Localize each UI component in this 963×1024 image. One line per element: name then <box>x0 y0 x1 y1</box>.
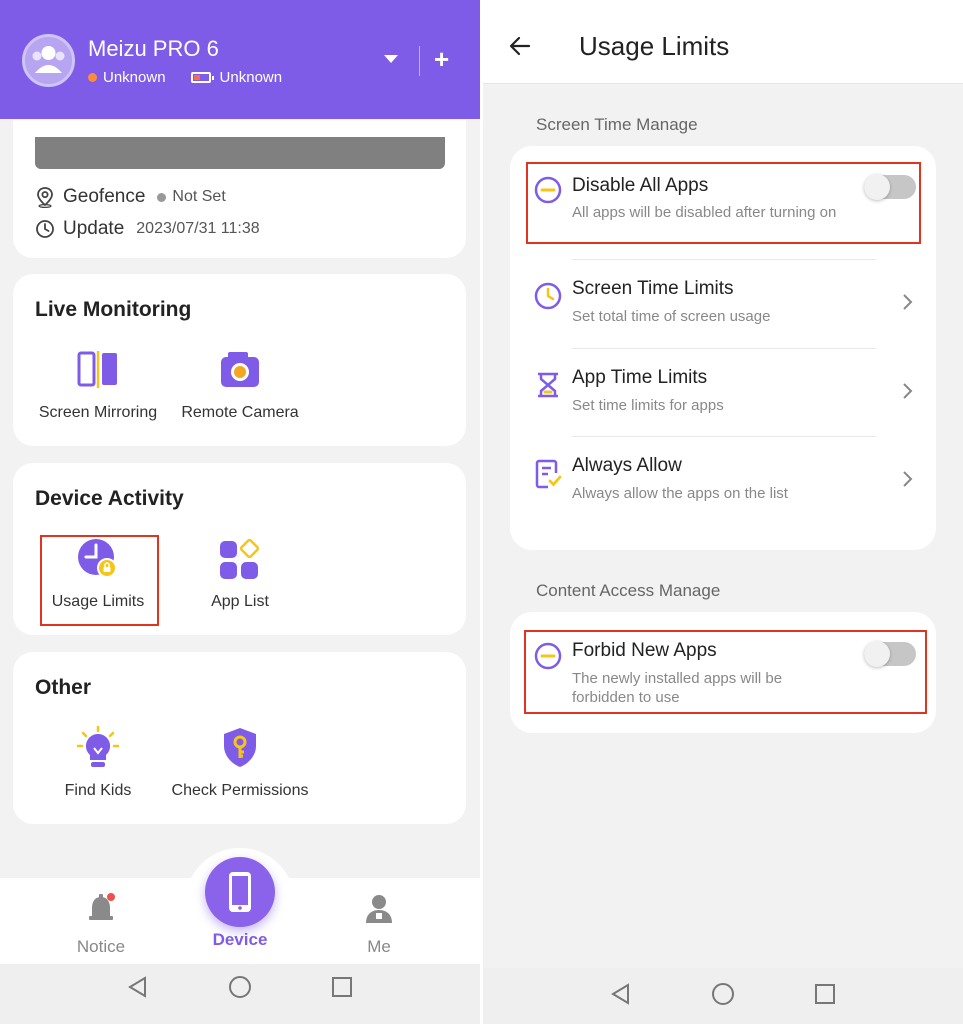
header-divider <box>419 46 420 76</box>
update-row: Update 2023/07/31 11:38 <box>35 218 260 240</box>
back-triangle-icon[interactable] <box>609 982 633 1006</box>
content-access-card: Forbid New Apps The newly installed apps… <box>510 612 936 733</box>
row-subtitle: Set total time of screen usage <box>572 308 771 325</box>
chevron-down-icon[interactable] <box>384 55 398 63</box>
geofence-value: Not Set <box>172 188 226 205</box>
add-device-button[interactable]: + <box>434 44 449 74</box>
geofence-status-dot <box>157 192 167 202</box>
usage-limits-icon <box>78 539 117 578</box>
system-nav-bar <box>483 968 963 1024</box>
section-label-content-access: Content Access Manage <box>536 581 721 600</box>
top-bar: Usage Limits <box>483 0 963 84</box>
bell-icon <box>89 893 115 920</box>
recents-square-icon[interactable] <box>813 982 837 1006</box>
chevron-right-icon <box>903 383 913 399</box>
highlight-box <box>526 162 921 244</box>
nav-label: Notice <box>76 937 126 956</box>
screen-time-card: Disable All Apps All apps will be disabl… <box>510 146 936 550</box>
checklist-icon <box>535 459 562 489</box>
redacted-bar <box>35 137 445 169</box>
tile-remote-camera[interactable]: Remote Camera <box>170 348 310 422</box>
nav-device[interactable]: Device <box>190 930 290 950</box>
nav-label: Me <box>367 937 391 956</box>
row-subtitle: Set time limits for apps <box>572 397 724 414</box>
lightbulb-icon <box>76 725 120 767</box>
tile-app-list[interactable]: App List <box>170 537 310 611</box>
battery-status: Unknown <box>219 69 283 86</box>
section-label-screen-time: Screen Time Manage <box>536 115 698 134</box>
tile-usage-limits[interactable]: Usage Limits <box>28 537 168 611</box>
battery-icon <box>190 72 214 83</box>
app-list-icon <box>220 538 260 579</box>
tile-label: App List <box>211 593 269 610</box>
tile-find-kids[interactable]: Find Kids <box>28 725 168 800</box>
chevron-right-icon <box>903 294 913 310</box>
device-activity-card: Device Activity Usage Limits App List <box>13 463 466 635</box>
highlight-box <box>524 630 927 714</box>
row-title: App Time Limits <box>572 367 708 388</box>
other-card: Other Find Kids Check Permissions <box>13 652 466 824</box>
tile-label: Remote Camera <box>181 404 299 421</box>
device-name[interactable]: Meizu PRO 6 <box>88 36 219 62</box>
usage-limits-screen: Usage Limits Screen Time Manage Disable … <box>483 0 963 1024</box>
update-label: Update <box>63 218 125 239</box>
clock-icon <box>534 282 562 310</box>
row-title: Always Allow <box>572 455 682 476</box>
camera-icon <box>221 352 259 387</box>
system-nav-bar <box>0 964 480 1024</box>
avatar[interactable] <box>22 34 75 87</box>
clock-icon <box>36 220 54 238</box>
location-pin-icon <box>37 187 53 208</box>
recents-square-icon[interactable] <box>330 975 354 999</box>
other-title: Other <box>35 676 92 699</box>
device-header: Meizu PRO 6 Unknown Unknown + <box>0 0 480 119</box>
device-status: Unknown Unknown <box>88 69 282 86</box>
geofence-row[interactable]: Geofence Not Set <box>35 186 226 208</box>
update-value: 2023/07/31 11:38 <box>136 220 260 237</box>
tile-label: Usage Limits <box>51 593 145 610</box>
device-info-card: Geofence Not Set Update 2023/07/31 11:38 <box>13 120 466 258</box>
screen-mirroring-icon <box>77 351 117 388</box>
geofence-label: Geofence <box>63 186 146 207</box>
row-app-time-limits[interactable]: App Time Limits Set time limits for apps <box>510 349 936 437</box>
row-subtitle: Always allow the apps on the list <box>572 485 788 502</box>
live-monitoring-card: Live Monitoring Screen Mirroring Remote … <box>13 274 466 446</box>
row-always-allow[interactable]: Always Allow Always allow the apps on th… <box>510 437 936 545</box>
nav-me[interactable]: Me <box>329 892 429 957</box>
device-screen: Meizu PRO 6 Unknown Unknown + Geofence N… <box>0 0 480 1024</box>
page-title: Usage Limits <box>579 31 730 61</box>
chevron-right-icon <box>903 471 913 487</box>
home-circle-icon[interactable] <box>228 975 252 999</box>
family-avatar-icon <box>32 46 65 73</box>
home-circle-icon[interactable] <box>711 982 735 1006</box>
tile-label: Check Permissions <box>171 782 309 799</box>
shield-key-icon <box>224 728 256 767</box>
row-screen-time-limits[interactable]: Screen Time Limits Set total time of scr… <box>510 260 936 348</box>
tile-label: Screen Mirroring <box>38 404 158 421</box>
back-triangle-icon[interactable] <box>126 975 150 999</box>
tile-screen-mirroring[interactable]: Screen Mirroring <box>28 348 168 422</box>
nav-label: Device <box>212 930 268 949</box>
person-icon <box>366 895 392 923</box>
row-title: Screen Time Limits <box>572 278 734 299</box>
status-dot-icon <box>88 73 97 82</box>
live-monitoring-title: Live Monitoring <box>35 298 192 321</box>
hourglass-icon <box>538 372 558 398</box>
device-button[interactable] <box>205 857 275 927</box>
tile-check-permissions[interactable]: Check Permissions <box>170 726 310 800</box>
tile-label: Find Kids <box>64 782 132 799</box>
device-activity-title: Device Activity <box>35 487 184 510</box>
online-status: Unknown <box>103 69 166 86</box>
nav-notice[interactable]: Notice <box>51 892 151 957</box>
back-arrow-icon[interactable] <box>508 34 532 58</box>
phone-icon <box>229 872 251 912</box>
